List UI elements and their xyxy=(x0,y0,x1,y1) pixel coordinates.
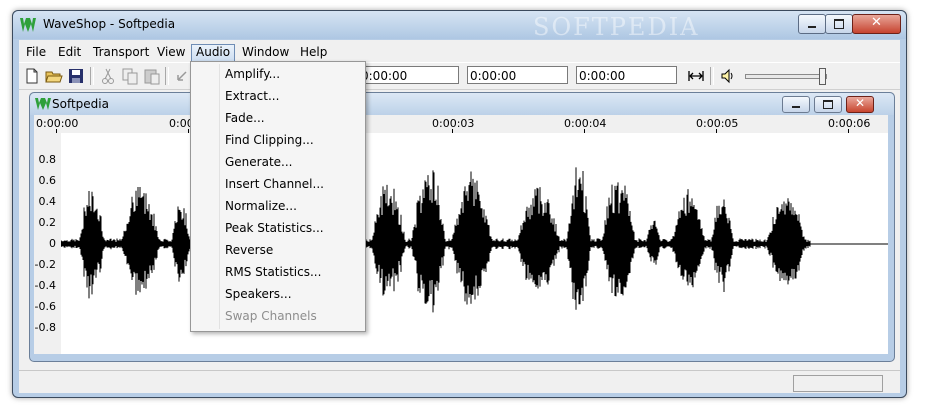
menu-gutter xyxy=(219,64,221,329)
selection-length-field[interactable]: 0:00:00 xyxy=(576,66,677,84)
menu-window[interactable]: Window xyxy=(238,44,293,61)
toolbar-separator xyxy=(710,67,714,85)
volume-slider-thumb[interactable] xyxy=(819,68,826,85)
waveshop-logo-icon xyxy=(20,18,36,32)
maximize-icon xyxy=(823,100,833,109)
menu-item-speakers[interactable]: Speakers... xyxy=(225,287,292,301)
audio-menu-dropdown: Amplify... Extract... Fade... Find Clipp… xyxy=(190,61,366,332)
maximize-icon xyxy=(834,19,844,29)
volume-slider-track[interactable] xyxy=(745,74,827,79)
fit-width-icon[interactable] xyxy=(687,67,705,85)
title-bar[interactable]: WaveShop - Softpedia SOFTPEDIA ✕ xyxy=(13,11,906,41)
selection-start-field[interactable]: 0:00:00 xyxy=(358,66,459,84)
menu-item-swap-channels: Swap Channels xyxy=(225,309,317,323)
status-bar xyxy=(19,370,900,393)
menu-item-fade[interactable]: Fade... xyxy=(225,111,265,125)
menu-file[interactable]: File xyxy=(22,44,50,61)
amplitude-label: 0.2 xyxy=(38,216,57,229)
time-label: 0:00:06 xyxy=(828,117,871,130)
window-title: WaveShop - Softpedia xyxy=(43,17,176,31)
amplitude-label: 0 xyxy=(49,237,56,250)
menu-item-insert-channel[interactable]: Insert Channel... xyxy=(225,177,324,191)
document-title-bar[interactable]: Softpedia ✕ xyxy=(30,93,894,115)
toolbar-separator xyxy=(165,67,169,85)
save-icon[interactable] xyxy=(67,67,85,85)
amplitude-label: 0.6 xyxy=(38,174,57,187)
watermark-text: SOFTPEDIA xyxy=(533,13,700,41)
close-icon: ✕ xyxy=(855,96,866,110)
amplitude-axis: 0.8 0.6 0.4 0.2 0 -0.2 -0.4 -0.6 -0.8 xyxy=(34,133,61,354)
status-panel xyxy=(793,375,883,392)
minimize-icon xyxy=(792,106,800,108)
menu-item-reverse[interactable]: Reverse xyxy=(225,243,273,257)
document-close-button[interactable]: ✕ xyxy=(846,96,874,113)
speaker-icon[interactable] xyxy=(719,67,737,85)
minimize-icon xyxy=(808,26,816,28)
menu-item-rms-statistics[interactable]: RMS Statistics... xyxy=(225,265,321,279)
amplitude-label: -0.2 xyxy=(34,258,56,271)
waveform-view[interactable]: 0.8 0.6 0.4 0.2 0 -0.2 -0.4 -0.6 -0.8 xyxy=(34,133,888,354)
menu-item-normalize[interactable]: Normalize... xyxy=(225,199,297,213)
menu-help[interactable]: Help xyxy=(296,44,331,61)
menu-bar: File Edit Transport View Audio Window He… xyxy=(19,42,900,63)
menu-item-amplify[interactable]: Amplify... xyxy=(225,67,280,81)
menu-transport[interactable]: Transport xyxy=(89,44,153,61)
close-button[interactable]: ✕ xyxy=(852,14,901,34)
time-label: 0:00:04 xyxy=(564,117,607,130)
amplitude-label: -0.8 xyxy=(34,321,56,334)
paste-icon[interactable] xyxy=(143,67,161,85)
amplitude-label: 0.8 xyxy=(38,153,57,166)
menu-item-peak-statistics[interactable]: Peak Statistics... xyxy=(225,221,324,235)
time-label: 0:00:03 xyxy=(432,117,475,130)
menu-item-generate[interactable]: Generate... xyxy=(225,155,293,169)
menu-edit[interactable]: Edit xyxy=(54,44,85,61)
document-title: Softpedia xyxy=(52,97,109,111)
copy-icon[interactable] xyxy=(121,67,139,85)
amplitude-label: -0.6 xyxy=(34,300,56,313)
document-maximize-button[interactable] xyxy=(814,96,842,113)
toolbar-separator xyxy=(90,67,94,85)
open-folder-icon[interactable] xyxy=(45,67,63,85)
undo-icon[interactable] xyxy=(173,67,191,85)
document-minimize-button[interactable] xyxy=(782,96,810,113)
waveform-bars xyxy=(61,167,811,313)
menu-view[interactable]: View xyxy=(153,44,189,61)
amplitude-label: -0.4 xyxy=(34,279,56,292)
document-logo-icon xyxy=(35,98,51,110)
close-icon: ✕ xyxy=(871,15,882,30)
menu-item-extract[interactable]: Extract... xyxy=(225,89,279,103)
amplitude-label: 0.4 xyxy=(38,195,57,208)
minimize-button[interactable] xyxy=(798,14,826,34)
maximize-button[interactable] xyxy=(825,14,853,34)
document-window: Softpedia ✕ 0:00:00 0:00 0:00:03 0:00:04… xyxy=(29,92,895,362)
menu-item-find-clipping[interactable]: Find Clipping... xyxy=(225,133,314,147)
cut-icon[interactable] xyxy=(99,67,117,85)
app-window: WaveShop - Softpedia SOFTPEDIA ✕ File Ed… xyxy=(12,10,907,398)
client-area: File Edit Transport View Audio Window He… xyxy=(19,40,900,393)
time-label: 0:00:00 xyxy=(36,117,79,130)
selection-end-field[interactable]: 0:00:00 xyxy=(467,66,568,84)
time-label: 0:00:05 xyxy=(696,117,739,130)
waveform xyxy=(61,167,888,313)
new-file-icon[interactable] xyxy=(23,67,41,85)
time-ruler[interactable]: 0:00:00 0:00 0:00:03 0:00:04 0:00:05 0:0… xyxy=(34,115,888,133)
toolbar: 0:00:00 0:00:00 0:00:00 xyxy=(19,62,900,90)
